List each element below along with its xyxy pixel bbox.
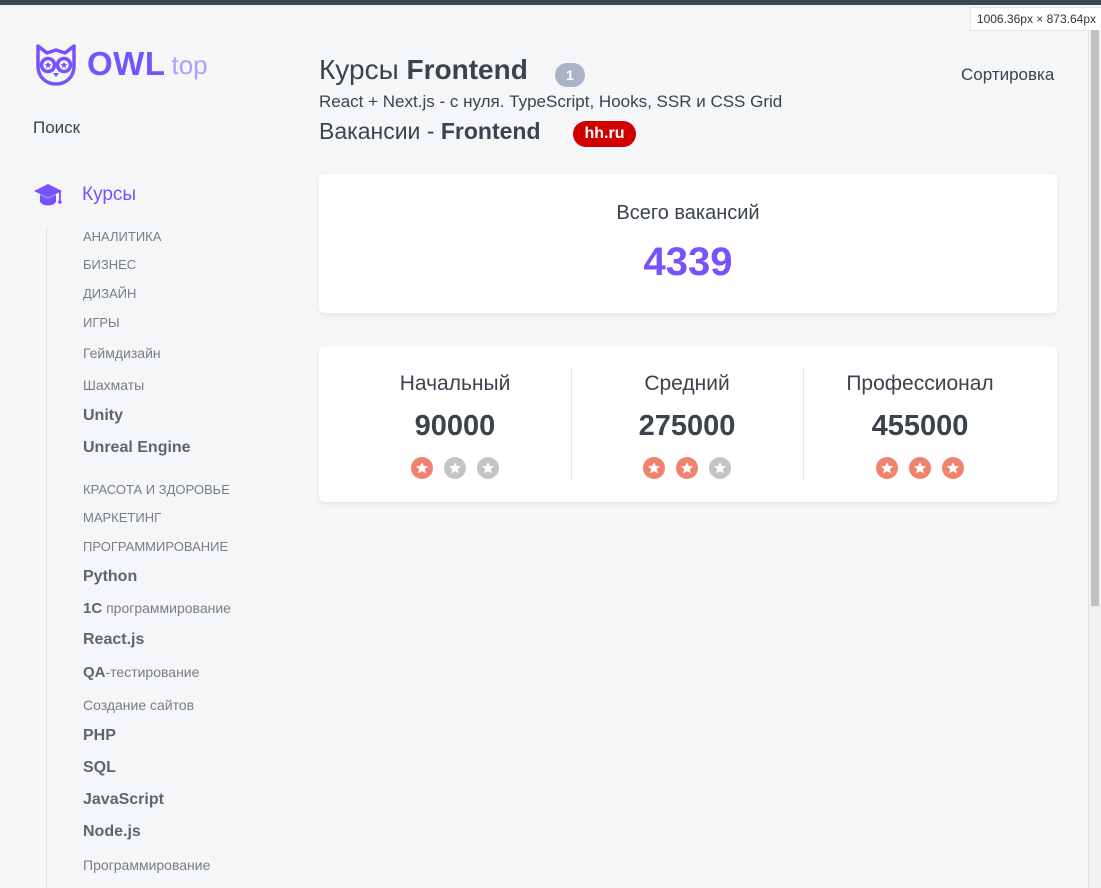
course-1c-rest: программирование: [102, 600, 231, 616]
category-design[interactable]: ДИЗАЙН: [83, 286, 136, 301]
star-empty-icon: [477, 457, 499, 479]
level-column-senior: Профессионал 455000: [804, 346, 1036, 502]
course-programming[interactable]: Программирование: [83, 857, 210, 873]
course-qa-bold: QA: [83, 664, 106, 681]
course-qa-rest: -тестирование: [105, 664, 200, 680]
course-count-badge: 1: [555, 63, 585, 87]
level-salary: 90000: [414, 410, 496, 442]
course-gamedesign[interactable]: Геймдизайн: [83, 345, 161, 361]
category-analytics[interactable]: АНАЛИТИКА: [83, 229, 161, 244]
course-reactjs[interactable]: React.js: [83, 631, 144, 649]
vacancies-title-main: Frontend: [440, 118, 541, 144]
course-websites[interactable]: Создание сайтов: [83, 697, 194, 713]
level-column-junior: Начальный 90000: [339, 346, 571, 502]
sort-button[interactable]: Сортировка: [961, 65, 1054, 85]
course-nodejs[interactable]: Node.js: [83, 823, 141, 841]
course-chess[interactable]: Шахматы: [83, 377, 144, 393]
course-python[interactable]: Python: [83, 568, 137, 586]
course-subtitle: React + Next.js - с нуля. TypeScript, Ho…: [319, 92, 783, 111]
course-php[interactable]: PHP: [83, 727, 116, 745]
page-title: Курсы Frontend: [319, 54, 528, 86]
search-link[interactable]: Поиск: [33, 118, 80, 138]
star-filled-icon: [643, 457, 665, 479]
star-empty-icon: [444, 457, 466, 479]
vacancies-title: Вакансии - Frontend: [319, 118, 541, 145]
menu-item-courses-label: Курсы: [82, 184, 137, 205]
hh-badge[interactable]: hh.ru: [573, 121, 636, 147]
page-scrollbar[interactable]: [1088, 30, 1101, 888]
total-vacancies-card: Всего вакансий 4339: [319, 174, 1057, 313]
course-1c-bold: 1С: [83, 600, 103, 617]
star-empty-icon: [709, 457, 731, 479]
page-title-main: Frontend: [406, 54, 528, 85]
total-vacancies-value: 4339: [643, 240, 733, 284]
level-label: Профессионал: [846, 372, 994, 395]
menu-tree-line: [46, 227, 47, 888]
level-salary: 455000: [871, 410, 969, 442]
course-unreal-engine[interactable]: Unreal Engine: [83, 439, 191, 457]
logo-suffix: top: [171, 50, 208, 80]
course-sql[interactable]: SQL: [83, 759, 116, 777]
category-beauty-health[interactable]: КРАСОТА И ЗДОРОВЬЕ: [83, 482, 230, 497]
menu-item-courses[interactable]: Курсы: [33, 182, 136, 208]
star-filled-icon: [909, 457, 931, 479]
salary-levels-card: Начальный 90000 Средний 275000 Профессио…: [319, 346, 1057, 502]
star-filled-icon: [411, 457, 433, 479]
level-rating: [571, 457, 803, 479]
logo[interactable]: OWL top: [32, 42, 208, 86]
category-business[interactable]: БИЗНЕС: [83, 257, 136, 272]
page-title-prefix: Курсы: [319, 54, 399, 85]
category-programming[interactable]: ПРОГРАММИРОВАНИЕ: [83, 539, 228, 554]
course-javascript[interactable]: JavaScript: [83, 791, 164, 809]
star-filled-icon: [876, 457, 898, 479]
owl-icon: [36, 44, 76, 86]
category-marketing[interactable]: МАРКЕТИНГ: [83, 510, 161, 525]
category-games[interactable]: ИГРЫ: [83, 315, 120, 330]
scrollbar-thumb[interactable]: [1091, 30, 1099, 606]
graduation-cap-icon: [34, 184, 62, 206]
course-unity[interactable]: Unity: [83, 407, 123, 425]
course-1c[interactable]: 1С программирование: [83, 600, 231, 617]
viewport-size-badge: 1006.36px × 873.64px: [969, 7, 1101, 31]
level-label: Средний: [644, 372, 730, 395]
star-filled-icon: [676, 457, 698, 479]
level-column-middle: Средний 275000: [571, 346, 803, 502]
vacancies-title-prefix: Вакансии -: [319, 118, 435, 144]
level-rating: [804, 457, 1036, 479]
star-filled-icon: [942, 457, 964, 479]
level-label: Начальный: [399, 372, 511, 395]
logo-brand: OWL: [87, 45, 166, 82]
total-vacancies-label: Всего вакансий: [616, 202, 760, 224]
browser-top-bar: [0, 0, 1101, 5]
course-qa[interactable]: QA-тестирование: [83, 664, 199, 681]
level-salary: 275000: [638, 410, 736, 442]
level-rating: [339, 457, 571, 479]
